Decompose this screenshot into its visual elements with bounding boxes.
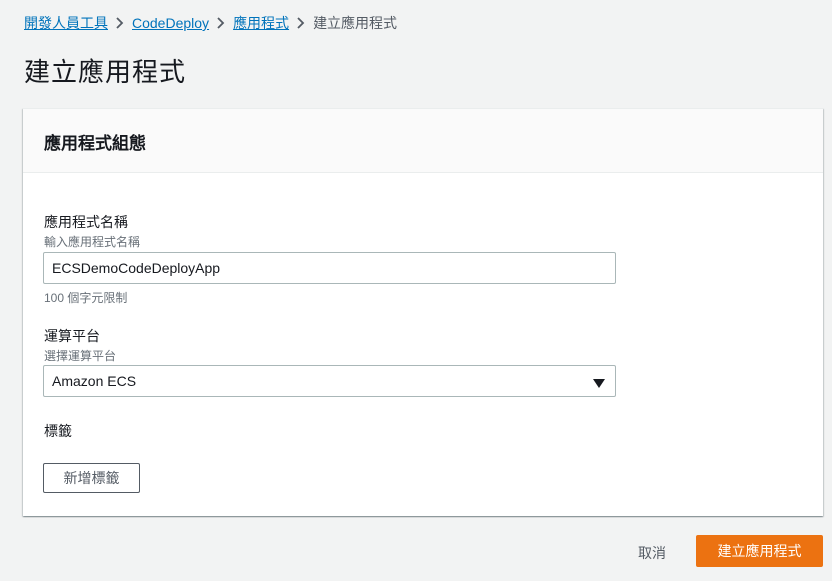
tags-label: 標籤: [44, 423, 72, 439]
platform-select-value: Amazon ECS: [52, 373, 137, 389]
breadcrumb-applications[interactable]: 應用程式: [233, 13, 289, 33]
page: 開發人員工具 CodeDeploy 應用程式 建立應用程式 建立應用程式 應用程…: [0, 0, 832, 581]
breadcrumb: 開發人員工具 CodeDeploy 應用程式 建立應用程式: [24, 14, 397, 32]
chevron-right-icon: [209, 14, 233, 32]
app-name-constraint: 100 個字元限制: [44, 291, 128, 305]
chevron-right-icon: [108, 14, 132, 32]
platform-description: 選擇運算平台: [44, 349, 117, 363]
app-name-input[interactable]: [43, 252, 616, 284]
platform-label: 運算平台: [44, 328, 100, 344]
app-name-description: 輸入應用程式名稱: [44, 235, 141, 249]
app-name-label: 應用程式名稱: [44, 214, 128, 230]
page-title: 建立應用程式: [24, 57, 187, 87]
panel-header: 應用程式組態: [23, 109, 823, 173]
cancel-button[interactable]: 取消: [638, 543, 666, 563]
breadcrumb-current: 建立應用程式: [313, 15, 398, 31]
breadcrumb-developer-tools[interactable]: 開發人員工具: [24, 13, 108, 33]
caret-down-icon: [593, 376, 605, 394]
app-config-panel: 應用程式組態 應用程式名稱 輸入應用程式名稱 100 個字元限制 運算平台 選擇…: [23, 108, 823, 516]
panel-title: 應用程式組態: [44, 134, 146, 153]
chevron-right-icon: [289, 14, 313, 32]
platform-select[interactable]: Amazon ECS: [43, 365, 616, 397]
create-application-button[interactable]: 建立應用程式: [696, 535, 823, 567]
breadcrumb-codedeploy[interactable]: CodeDeploy: [132, 15, 209, 31]
add-tag-button[interactable]: 新增標籤: [43, 463, 140, 493]
